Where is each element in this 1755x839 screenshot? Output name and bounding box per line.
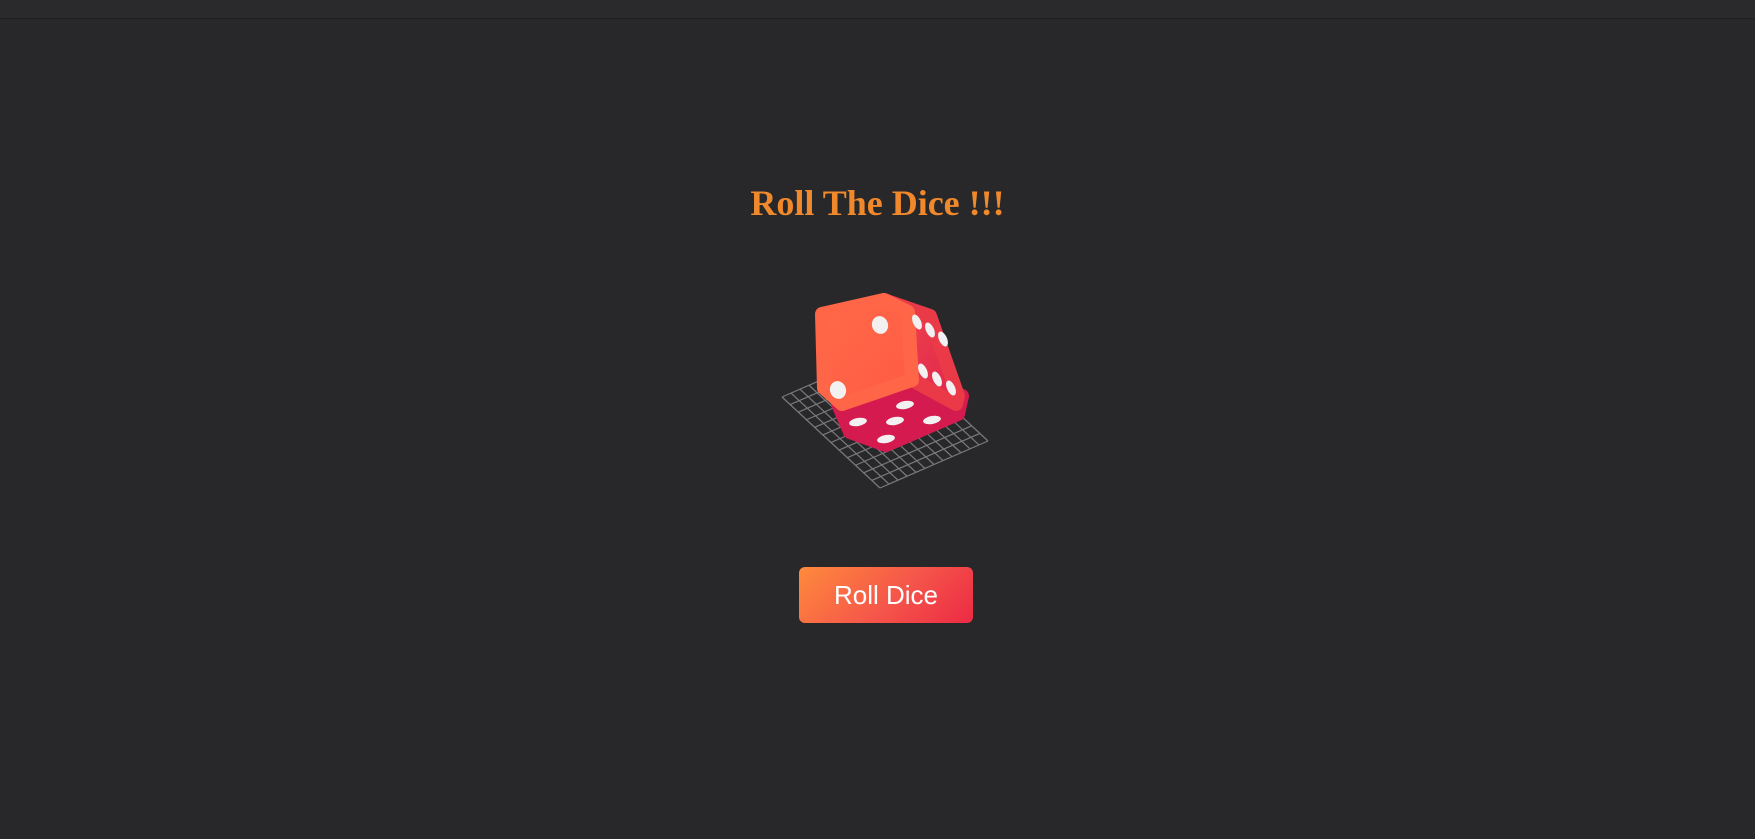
page-title: Roll The Dice !!! (750, 183, 1005, 223)
dice-icon (781, 293, 989, 489)
roll-dice-button[interactable]: Roll Dice (799, 567, 973, 623)
top-bar (0, 0, 1755, 19)
